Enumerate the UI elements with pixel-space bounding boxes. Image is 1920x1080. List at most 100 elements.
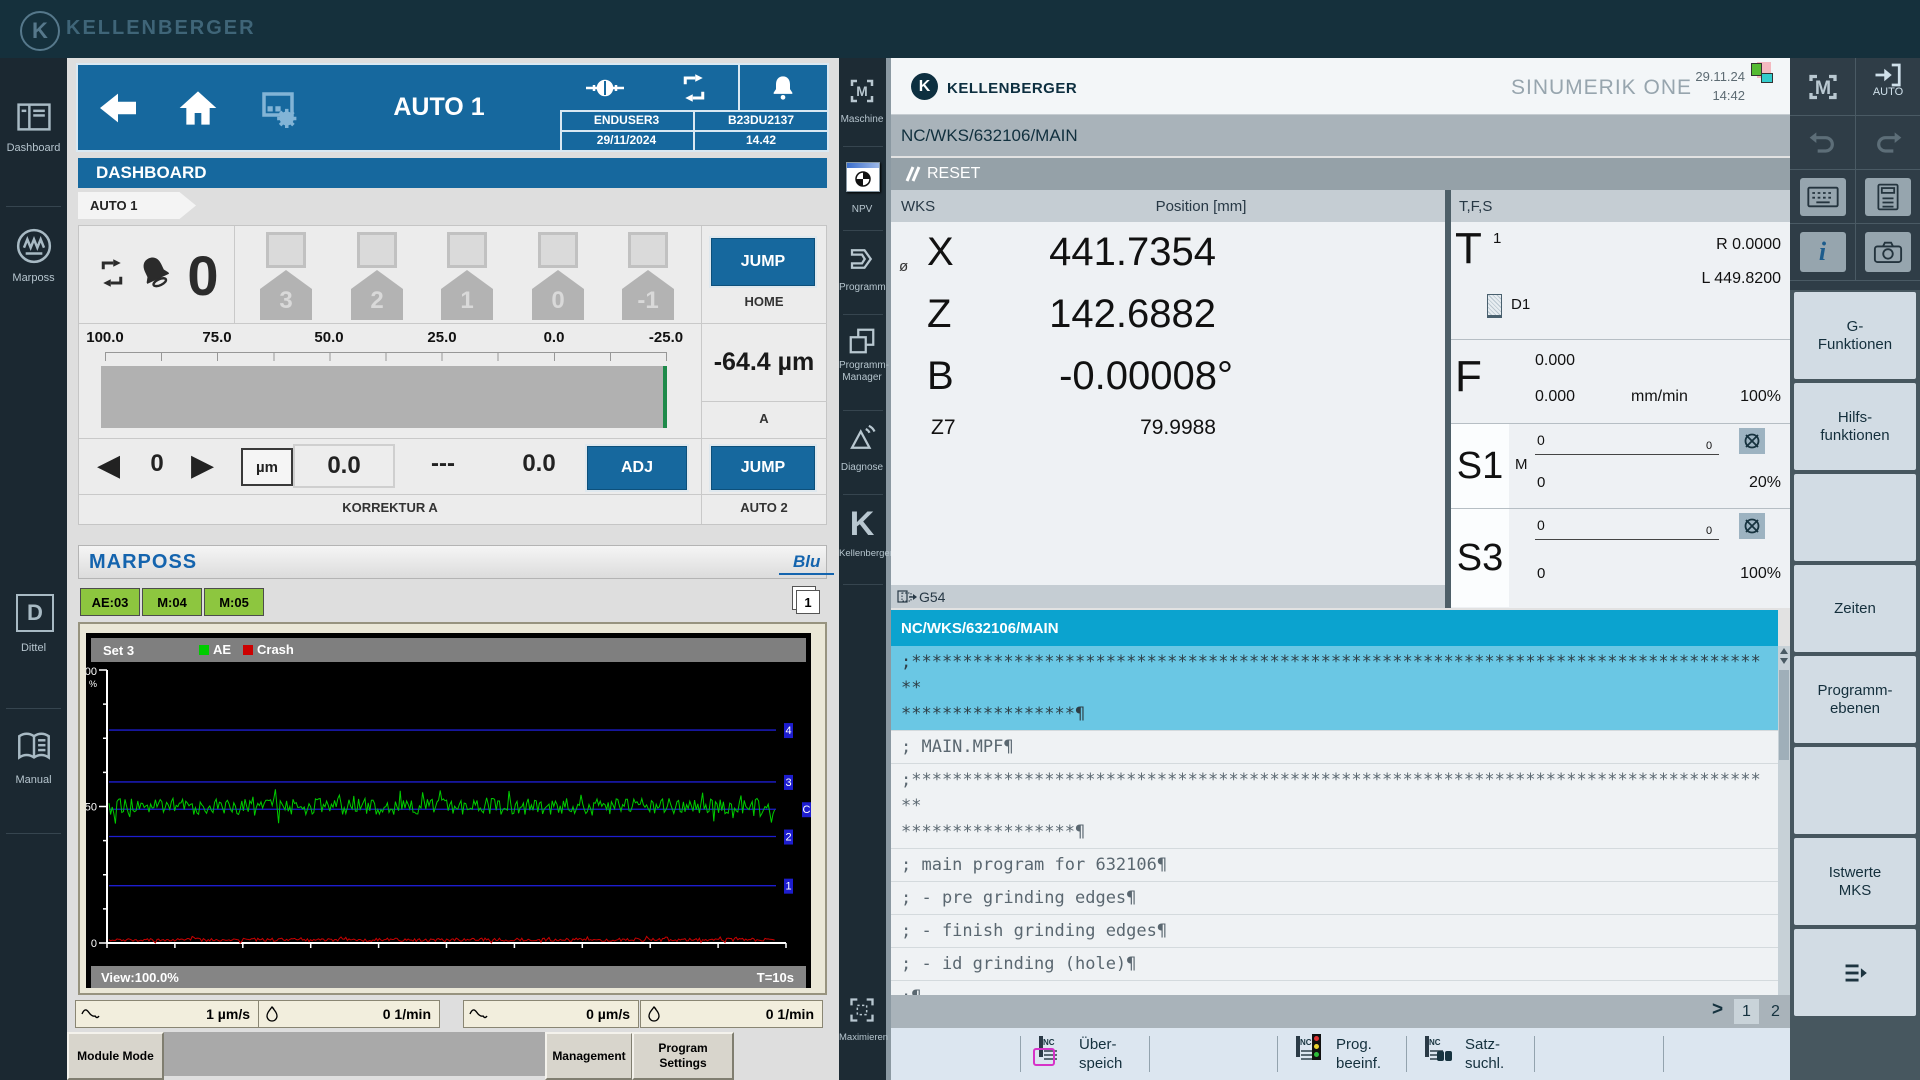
tab-m05[interactable]: M:05: [204, 588, 264, 616]
softkey-prog-beeinf[interactable]: NC Prog.beeinf.: [1278, 1028, 1406, 1080]
sidebar-item-marposs[interactable]: Marposs: [0, 216, 67, 336]
legend-label-ae: AE: [213, 642, 231, 657]
scale-tick-label: -25.0: [649, 329, 683, 346]
softkey-istwerte-mks[interactable]: IstwerteMKS: [1794, 838, 1916, 925]
nav-item-maximieren[interactable]: Maximieren: [839, 990, 885, 1060]
code-line[interactable]: ; - id grinding (hole)¶: [891, 948, 1778, 981]
code-line-selected[interactable]: ;***************************************…: [891, 646, 1778, 731]
g54-bar: G54: [891, 585, 1445, 608]
redo-button[interactable]: [1856, 116, 1920, 169]
pager-page-1[interactable]: 1: [1734, 999, 1759, 1024]
auto-mode-button[interactable]: AUTO: [1856, 58, 1920, 115]
nav-item-maschine[interactable]: M Maschine: [839, 72, 885, 142]
code-line[interactable]: ; - pre grinding edges¶: [891, 882, 1778, 915]
tab-auto1[interactable]: AUTO 1: [78, 192, 196, 219]
home-tag-1[interactable]: 1: [441, 270, 493, 320]
sidebar-item-dashboard[interactable]: Dashboard: [0, 88, 67, 208]
code-line[interactable]: ;***************************************…: [891, 764, 1778, 849]
softkey-empty-6[interactable]: [1794, 747, 1916, 834]
home-tag-3[interactable]: 3: [260, 270, 312, 320]
machine-area-button[interactable]: M: [1790, 58, 1855, 115]
jump-button-top[interactable]: JUMP: [711, 238, 815, 286]
scroll-up-icon[interactable]: [1780, 648, 1788, 654]
camera-button[interactable]: [1856, 224, 1920, 280]
machine-settings-button[interactable]: [238, 65, 320, 150]
undo-button[interactable]: [1790, 116, 1855, 169]
spindle3-section: S3 0 0 0 100%: [1451, 509, 1790, 608]
auto-icon: [1856, 62, 1920, 88]
code-line[interactable]: ; MAIN.MPF¶: [891, 731, 1778, 764]
sensor-rotation-2: 0 1/min: [640, 1000, 823, 1028]
tab-m04[interactable]: M:04: [142, 588, 202, 616]
screen: K KELLENBERGER Dashboard Marposs D Ditte…: [0, 0, 1920, 1080]
program-scrollbar[interactable]: [1778, 646, 1790, 995]
scale-tick-label: 75.0: [202, 329, 231, 346]
softkey-empty-3[interactable]: [1794, 474, 1916, 561]
sidebar-item-dittel[interactable]: D Dittel: [0, 586, 67, 706]
machine-label: B23DU2137: [728, 113, 794, 127]
softkey-hilfsfunktionen[interactable]: Hilfs-funktionen: [1794, 383, 1916, 470]
module-mode-button[interactable]: Module Mode: [67, 1032, 164, 1080]
management-button[interactable]: Management: [545, 1032, 633, 1080]
adj-button[interactable]: ADJ: [587, 446, 687, 490]
nav-item-programm[interactable]: Programm: [839, 240, 885, 310]
mode-display: AUTO 1: [318, 65, 562, 150]
jump-button-bottom[interactable]: JUMP: [711, 446, 815, 490]
axis-name-b: B: [927, 354, 954, 399]
sidebar-item-manual[interactable]: Manual: [0, 718, 67, 838]
tfs-title: T,F,S: [1459, 198, 1492, 215]
correction-input[interactable]: 0.0: [293, 444, 395, 488]
softkey-ueberspeichern[interactable]: NC Über-speich: [1021, 1028, 1149, 1080]
sin-header: K KELLENBERGER SINUMERIK ONE 29.11.24 14…: [891, 58, 1790, 115]
scroll-down-icon[interactable]: [1780, 658, 1788, 664]
nav-item-programm-manager[interactable]: Programm-Manager: [839, 324, 885, 408]
alarm-status-button[interactable]: [738, 65, 827, 112]
pager-arrow[interactable]: >: [1712, 999, 1723, 1021]
nc-program-control-icon: NC: [1296, 1036, 1300, 1057]
s1-actual: 0: [1537, 432, 1545, 448]
svg-text:0: 0: [91, 938, 97, 950]
user-field: ENDUSER3: [560, 110, 695, 132]
softkey-satzsuchlauf[interactable]: NC Satz-suchl.: [1407, 1028, 1535, 1080]
scroll-thumb[interactable]: [1779, 670, 1789, 760]
nav-item-kellenberger[interactable]: K Kellenberger: [839, 504, 885, 580]
home-tag-0[interactable]: 0: [532, 270, 584, 320]
nav-item-diagnose[interactable]: Diagnose: [839, 420, 885, 490]
nc-overstore-icon: NC: [1039, 1036, 1043, 1057]
correction-readout: 0.0: [499, 450, 579, 478]
home-tag-2[interactable]: 2: [351, 270, 403, 320]
back-button[interactable]: [78, 65, 160, 150]
nav-item-npv[interactable]: NPV: [839, 156, 885, 228]
s1-override: 20%: [1701, 474, 1781, 492]
cycle-status-button[interactable]: [649, 65, 740, 112]
divider: [6, 833, 61, 834]
home-tag-minus1[interactable]: -1: [622, 270, 674, 320]
page-indicator[interactable]: 1: [792, 586, 820, 614]
unit-box[interactable]: µm: [241, 448, 293, 486]
home-slot-icon: [447, 232, 487, 268]
pager-page-2[interactable]: 2: [1763, 999, 1788, 1024]
brand-title: KELLENBERGER: [66, 17, 256, 40]
s1-sub: 0: [1706, 440, 1712, 452]
code-line[interactable]: ; - finish grinding edges¶: [891, 915, 1778, 948]
softkey-g-funktionen[interactable]: G-Funktionen: [1794, 292, 1916, 379]
code-line[interactable]: ;¶: [891, 981, 1778, 995]
diagnose-icon: [847, 424, 877, 454]
svg-text:1: 1: [785, 881, 791, 893]
code-line[interactable]: ; main program for 632106¶: [891, 849, 1778, 882]
step-down-button[interactable]: ◀: [97, 448, 120, 484]
step-up-button[interactable]: ▶: [191, 448, 214, 484]
info-button[interactable]: i: [1790, 224, 1855, 280]
softkey-programmebenen[interactable]: Programm-ebenen: [1794, 656, 1916, 743]
softkey-menu-more[interactable]: [1794, 929, 1916, 1016]
softkey-zeiten[interactable]: Zeiten: [1794, 565, 1916, 652]
calculator-button[interactable]: [1856, 170, 1920, 223]
divider: [1790, 280, 1920, 281]
program-settings-button[interactable]: Program Settings: [632, 1032, 734, 1080]
wheel-status-button[interactable]: [560, 65, 651, 112]
tab-ae03[interactable]: AE:03: [80, 588, 140, 616]
dashboard-panel: 0 3 2 1 0 -1 JUMP HOME 100.0 75.0 50.0 2…: [78, 225, 827, 525]
home-button[interactable]: [158, 65, 240, 150]
keyboard-button[interactable]: [1790, 170, 1855, 223]
npv-icon: [846, 162, 880, 192]
